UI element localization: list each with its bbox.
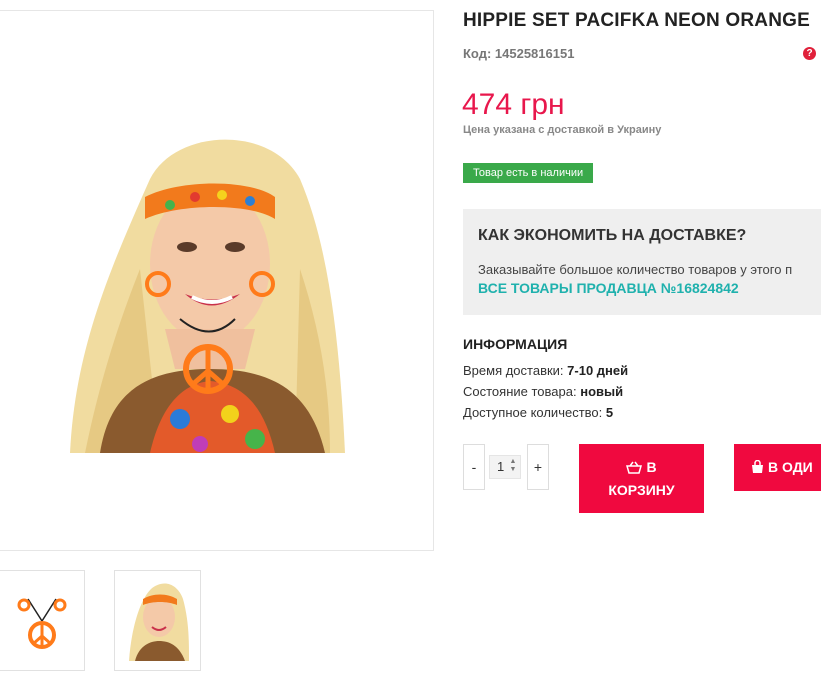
available-label: Доступное количество: xyxy=(463,405,603,420)
add-to-cart-line1: В xyxy=(646,459,657,475)
condition-label: Состояние товара: xyxy=(463,384,577,399)
info-heading: ИНФОРМАЦИЯ xyxy=(463,336,568,352)
condition-value: новый xyxy=(580,384,624,399)
product-price: 474 грн xyxy=(462,88,565,121)
quantity-decrease-button[interactable]: - xyxy=(463,444,485,490)
delivery-time-label: Время доставки: xyxy=(463,363,564,378)
delivery-time-row: Время доставки: 7-10 дней xyxy=(463,363,628,378)
quantity-value: 1 xyxy=(497,459,505,474)
product-title: HIPPIE SET PACIFKA NEON ORANGE xyxy=(463,10,810,31)
one-click-buy-button[interactable]: В ОДИ xyxy=(734,444,821,491)
one-click-label: В ОДИ xyxy=(768,459,813,475)
product-photo xyxy=(0,119,433,453)
add-to-cart-button[interactable]: В КОРЗИНУ xyxy=(579,444,704,513)
quantity-input[interactable]: 1 ▲ ▼ xyxy=(489,455,521,479)
bag-icon xyxy=(751,446,764,493)
add-to-cart-line2: КОРЗИНУ xyxy=(608,482,675,498)
help-icon[interactable]: ? xyxy=(803,47,816,60)
stock-badge: Товар есть в наличии xyxy=(463,163,594,183)
spinner-arrows-icon[interactable]: ▲ ▼ xyxy=(508,458,518,474)
thumbnail-model-image xyxy=(129,583,189,661)
delivery-text: Заказывайте большое количество товаров у… xyxy=(478,262,793,277)
product-code: Код: 14525816151 xyxy=(463,46,575,61)
main-product-image[interactable] xyxy=(0,10,434,551)
thumbnail-jewelry-image xyxy=(17,598,67,649)
delivery-time-value: 7-10 дней xyxy=(567,363,629,378)
delivery-title: КАК ЭКОНОМИТЬ НА ДОСТАВКЕ? xyxy=(478,227,747,244)
seller-products-link[interactable]: ВСЕ ТОВАРЫ ПРОДАВЦА №16824842 xyxy=(478,280,739,296)
available-value: 5 xyxy=(605,405,614,420)
thumbnail-model[interactable] xyxy=(114,570,201,671)
price-note: Цена указана с доставкой в Украину xyxy=(463,124,662,136)
delivery-savings-box: КАК ЭКОНОМИТЬ НА ДОСТАВКЕ? Заказывайте б… xyxy=(463,209,821,315)
basket-icon xyxy=(626,461,643,477)
available-row: Доступное количество: 5 xyxy=(463,405,613,420)
quantity-increase-button[interactable]: + xyxy=(527,444,549,490)
thumbnail-jewelry[interactable] xyxy=(0,570,85,671)
condition-row: Состояние товара: новый xyxy=(463,384,623,399)
